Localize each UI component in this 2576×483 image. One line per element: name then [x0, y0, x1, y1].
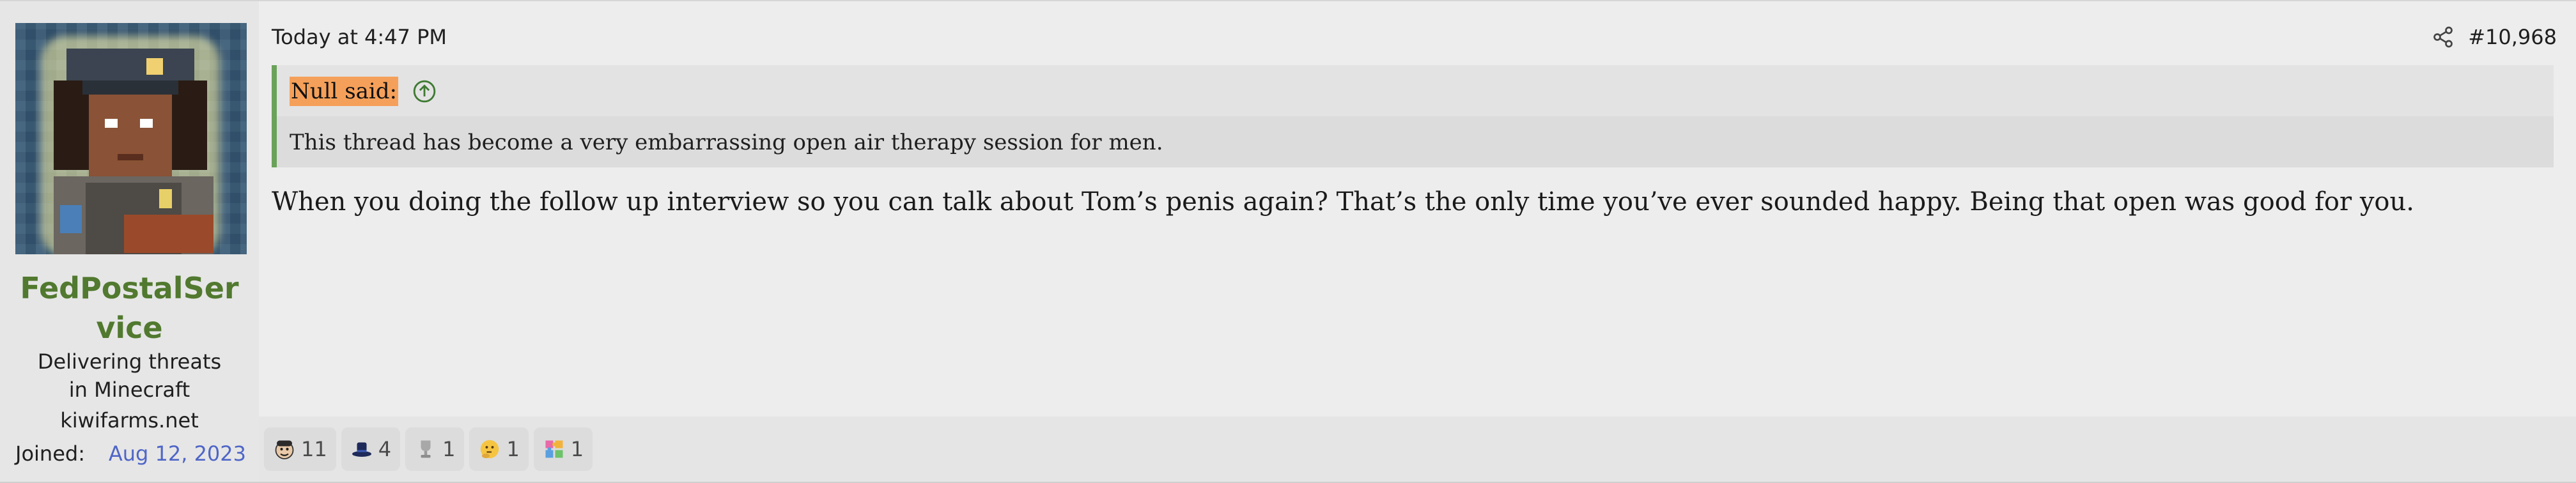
reactions-list: 11 4 1 1 1 — [264, 417, 593, 482]
quote-author-link[interactable]: Null said: — [290, 77, 399, 106]
share-icon[interactable] — [2432, 26, 2455, 49]
post-number-link[interactable]: #10,968 — [2468, 23, 2557, 51]
puzzle-icon — [545, 440, 563, 458]
reactions-bar: 11 4 1 1 1 — [259, 417, 2576, 482]
quote-block: Null said: This thread has become a very… — [272, 65, 2554, 167]
reaction-thinking[interactable]: 1 — [469, 427, 529, 471]
thinking-face-icon — [481, 440, 499, 459]
face-emoji-icon — [275, 440, 294, 459]
reaction-count: 1 — [442, 437, 456, 461]
trophy-icon — [421, 440, 431, 458]
reaction-top-hat[interactable]: 4 — [341, 427, 401, 471]
reaction-face[interactable]: 11 — [264, 427, 336, 471]
forum-post: FedPostalService Delivering threats in M… — [0, 0, 2576, 483]
reaction-puzzle[interactable]: 1 — [533, 427, 593, 471]
joined-label: Joined: — [15, 441, 85, 466]
reaction-count: 4 — [378, 437, 392, 461]
user-sidebar: FedPostalService Delivering threats in M… — [0, 1, 259, 482]
top-hat-icon — [352, 442, 371, 457]
quote-header: Null said: — [277, 65, 2554, 116]
reaction-count: 1 — [506, 437, 520, 461]
post-main: Today at 4:47 PM #10,968 Null said: This… — [259, 1, 2576, 482]
quote-text: This thread has become a very embarrassi… — [290, 130, 1163, 155]
reaction-count: 1 — [570, 437, 584, 461]
arrow-up-circle-icon[interactable] — [412, 79, 437, 103]
joined-date: Aug 12, 2023 — [108, 441, 246, 466]
user-title: Delivering threats in Minecraft — [37, 349, 222, 402]
post-date-link[interactable]: Today at 4:47 PM — [272, 23, 447, 51]
username-link[interactable]: FedPostalService — [0, 268, 259, 348]
user-banner: kiwifarms.net — [60, 408, 199, 433]
message-body: When you doing the follow up interview s… — [272, 187, 2414, 217]
quote-body: This thread has become a very embarrassi… — [277, 116, 2554, 167]
reaction-count: 11 — [301, 437, 327, 461]
reaction-trophy[interactable]: 1 — [405, 427, 465, 471]
avatar[interactable] — [15, 23, 247, 254]
